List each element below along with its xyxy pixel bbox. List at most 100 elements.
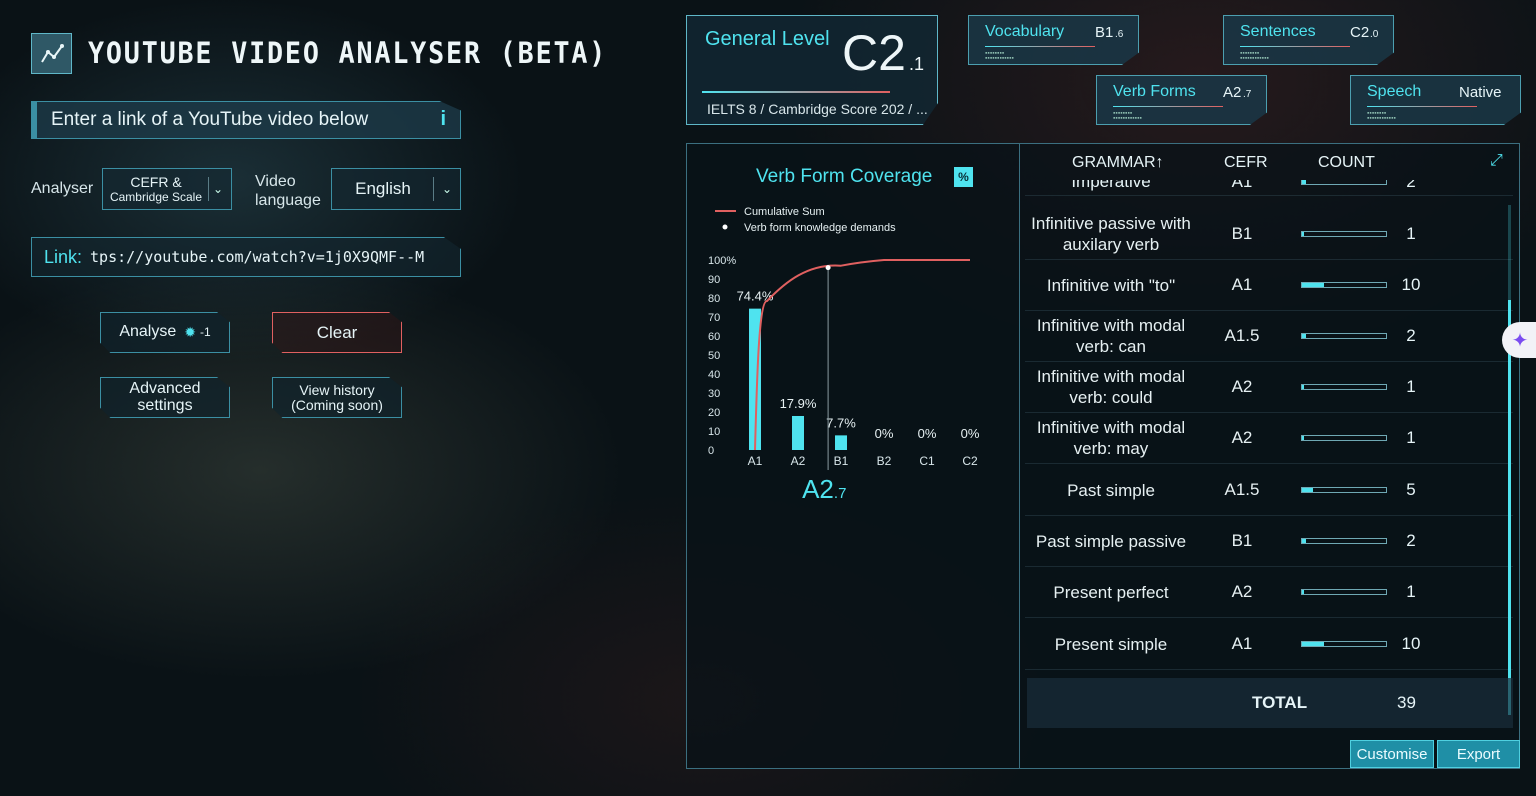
table-row: Present perfect A2 1 [1025, 567, 1513, 618]
link-input[interactable]: tps://youtube.com/watch?v=1j0X9QMF--M [90, 248, 424, 266]
cefr-cell: A1 [1231, 275, 1253, 294]
table-row: Infinitive with modal verb: can A1.5 2 [1025, 311, 1513, 362]
count-bar [1301, 333, 1387, 339]
cefr-cell: A1.5 [1224, 480, 1260, 499]
chevron-down-icon: ⌄ [212, 182, 223, 196]
count-bar [1301, 384, 1387, 390]
y-tick-label: 10 [708, 426, 720, 438]
count-cell: 1 [1406, 224, 1416, 243]
cefr-cell: A2 [1231, 582, 1253, 601]
grammar-header[interactable]: GRAMMAR↑ [1072, 154, 1164, 172]
count-bar [1301, 538, 1387, 544]
table-row: Past simple A1.5 5 [1025, 465, 1513, 516]
grammar-cell: Infinitive with modal verb: could [1036, 367, 1186, 407]
advanced-settings-button[interactable]: Advanced settings [100, 377, 230, 418]
count-bar [1301, 435, 1387, 441]
export-button[interactable]: Export [1437, 740, 1520, 768]
legend-cumulative: Cumulative Sum [744, 206, 825, 218]
grammar-cell: Past simple [1067, 480, 1155, 500]
y-tick-label: 60 [708, 331, 720, 343]
level-marker-dot [825, 265, 831, 271]
cefr-cell: B1 [1231, 531, 1253, 550]
verb-forms-level-marker: A2.7 [802, 474, 847, 504]
general-level-label: General Level [705, 28, 830, 50]
x-tick-label: A2 [791, 454, 806, 468]
score-card-sentences[interactable]: Sentences C2 .0 ▪▪▪▪▪▪▪▪ ▪▪▪▪▪▪▪▪▪▪▪▪ [1223, 15, 1394, 65]
y-tick-label: 80 [708, 293, 720, 305]
chevron-down-icon: ⌄ [441, 182, 452, 196]
table-row: Infinitive with modal verb: may A2 1 [1025, 413, 1513, 464]
score-card-vocabulary[interactable]: Vocabulary B1 .6 ▪▪▪▪▪▪▪▪ ▪▪▪▪▪▪▪▪▪▪▪▪ [968, 15, 1139, 65]
x-tick-label: A1 [748, 454, 763, 468]
table-row: Past simple passive B1 2 [1025, 516, 1513, 567]
count-cell: 10 [1401, 275, 1421, 294]
bar [792, 415, 804, 450]
scrollbar-thumb[interactable] [1508, 300, 1511, 715]
line-chart-icon [40, 43, 64, 63]
x-tick-label: C2 [962, 454, 978, 468]
percent-toggle[interactable]: % [954, 167, 973, 187]
x-tick-label: B2 [877, 454, 892, 468]
x-tick-label: B1 [834, 454, 849, 468]
count-cell: 2 [1406, 531, 1416, 550]
grammar-cell: Infinitive with modal verb: may [1036, 418, 1186, 458]
credit-icon: ✹ [184, 324, 196, 341]
cefr-cell: A1.5 [1224, 326, 1260, 345]
cefr-cell: A2 [1231, 428, 1253, 447]
analyser-value-line2: Cambridge Scale [109, 190, 203, 204]
chart-title: Verb Form Coverage [756, 166, 933, 187]
divider [702, 91, 890, 93]
y-tick-label: 70 [708, 312, 720, 324]
analyser-label: Analyser [31, 180, 94, 197]
grammar-cell: Past simple passive [1035, 531, 1187, 551]
y-tick-label: 0 [708, 445, 714, 457]
count-bar [1301, 487, 1387, 493]
video-language-select[interactable]: English ⌄ [331, 168, 461, 210]
score-card-verb-forms[interactable]: Verb Forms A2 .7 ▪▪▪▪▪▪▪▪ ▪▪▪▪▪▪▪▪▪▪▪▪ [1096, 75, 1267, 125]
table-row: Present simple A1 10 [1025, 619, 1513, 670]
table-row: Infinitive with "to" A1 10 [1025, 260, 1513, 311]
customise-button[interactable]: Customise [1350, 740, 1434, 768]
total-row: TOTAL 39 [1027, 678, 1513, 728]
collapse-icon[interactable]: ⤢ [1490, 152, 1503, 170]
score-card-speech[interactable]: Speech Native ▪▪▪▪▪▪▪▪ ▪▪▪▪▪▪▪▪▪▪▪▪ [1350, 75, 1521, 125]
y-tick-label: 20 [708, 407, 720, 419]
count-cell: 1 [1406, 377, 1416, 396]
analyse-cost: -1 [199, 325, 211, 340]
analyser-select[interactable]: CEFR & Cambridge Scale ⌄ [102, 168, 232, 210]
app-logo [31, 33, 72, 74]
verb-form-chart: Cumulative Sum Verb form knowledge deman… [708, 206, 980, 470]
count-bar [1301, 641, 1387, 647]
y-tick-label: 100% [708, 255, 736, 267]
clear-button[interactable]: Clear [272, 312, 402, 353]
y-tick-label: 40 [708, 369, 720, 381]
grammar-cell: Present simple [1054, 634, 1168, 654]
total-value: 39 [1397, 693, 1416, 712]
y-tick-label: 50 [708, 350, 720, 362]
grammar-cell: Infinitive passive with auxilary verb [1031, 214, 1191, 254]
data-label: 0% [918, 426, 937, 441]
y-tick-label: 90 [708, 274, 720, 286]
data-label: 17.9% [780, 396, 817, 411]
total-label: TOTAL [1252, 693, 1308, 712]
general-level-value: C2 [842, 25, 906, 81]
cumulative-line [754, 259, 970, 451]
view-history-button[interactable]: View history (Coming soon) [272, 377, 402, 418]
link-prompt-bar: Enter a link of a YouTube video below i [31, 101, 461, 139]
analyser-value-line1: CEFR & [130, 174, 182, 190]
table-row: Infinitive passive with auxilary verb B1 1 [1025, 209, 1513, 260]
cefr-cell: A1 [1231, 634, 1253, 653]
count-cell: 1 [1406, 428, 1416, 447]
count-cell: 1 [1406, 582, 1416, 601]
count-cell: 2 [1406, 326, 1416, 345]
video-language-label: Video language [255, 173, 321, 209]
general-level-detail: IELTS 8 / Cambridge Score 202 / ... [707, 101, 928, 117]
analyse-button[interactable]: Analyse ✹ -1 [100, 312, 230, 353]
general-level-card: General Level C2 .1 IELTS 8 / Cambridge … [686, 15, 938, 125]
link-field[interactable]: Link: tps://youtube.com/watch?v=1j0X9QMF… [31, 237, 461, 277]
data-label: 0% [961, 426, 980, 441]
info-icon[interactable]: i [440, 108, 446, 131]
assistant-sparkle-icon[interactable]: ✦ [1502, 322, 1536, 358]
cefr-header[interactable]: CEFR [1224, 154, 1268, 172]
count-header[interactable]: COUNT [1318, 154, 1375, 172]
